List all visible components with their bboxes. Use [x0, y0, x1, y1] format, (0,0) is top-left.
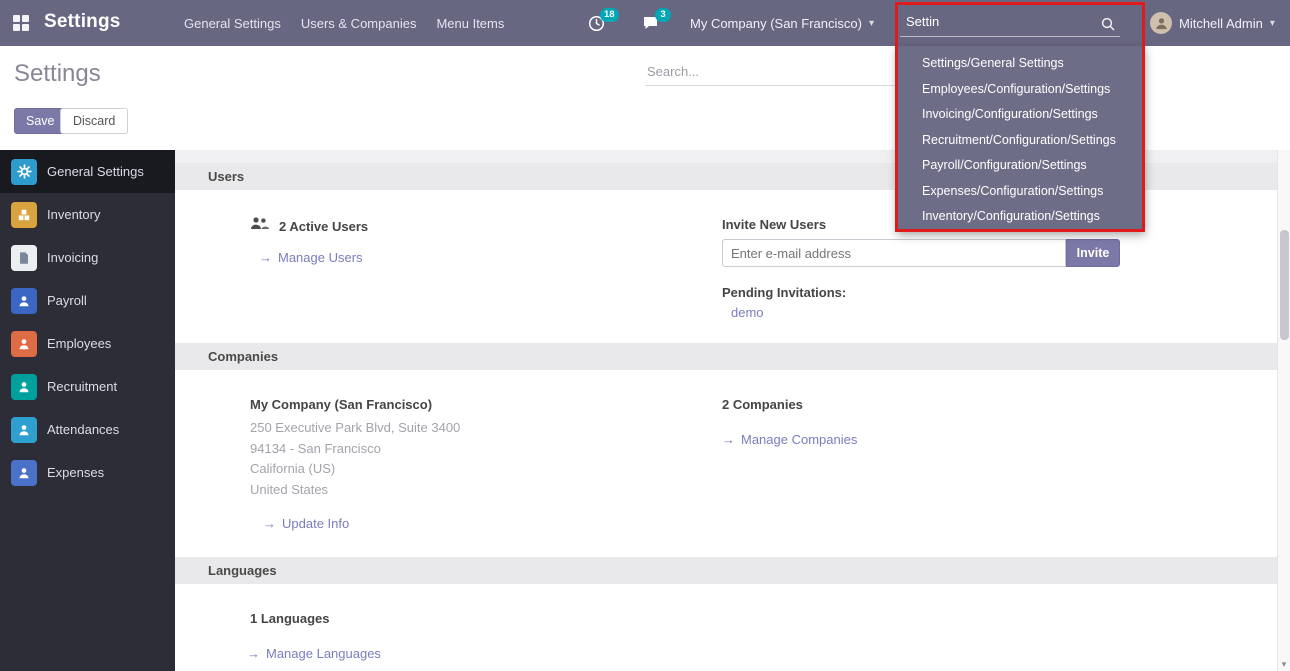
sidebar-item-label: Recruitment [47, 379, 117, 394]
dropdown-item[interactable]: Invoicing/Configuration/Settings [897, 102, 1145, 128]
sidebar-item-label: Inventory [47, 207, 100, 222]
sidebar-item-inventory[interactable]: Inventory [0, 193, 175, 236]
active-users-label: 2 Active Users [279, 219, 368, 234]
update-info-link[interactable]: →Update Info [263, 516, 349, 531]
dropdown-item[interactable]: Employees/Configuration/Settings [897, 77, 1145, 103]
pending-invitations-label: Pending Invitations: [722, 285, 846, 300]
messages-badge: 3 [655, 8, 671, 22]
sidebar-item-label: Attendances [47, 422, 119, 437]
sidebar-item-label: Invoicing [47, 250, 98, 265]
app-title[interactable]: Settings [44, 11, 121, 33]
activity-badge: 18 [600, 8, 619, 22]
save-button[interactable]: Save [14, 108, 67, 134]
boxes-icon [11, 202, 37, 228]
address-line: 94134 - San Francisco [250, 439, 460, 460]
sidebar-item-employees[interactable]: Employees [0, 322, 175, 365]
discard-button[interactable]: Discard [60, 108, 128, 134]
invite-email-field[interactable] [722, 239, 1066, 267]
sidebar-item-recruitment[interactable]: Recruitment [0, 365, 175, 408]
dropdown-item[interactable]: Recruitment/Configuration/Settings [897, 128, 1145, 154]
sidebar-item-label: General Settings [47, 164, 144, 179]
menu-general-settings[interactable]: General Settings [184, 16, 281, 31]
company-address: 250 Executive Park Blvd, Suite 3400 9413… [250, 418, 460, 500]
arrow-right-icon: → [259, 250, 272, 265]
users-group-icon [250, 216, 270, 236]
page-title: Settings [14, 60, 101, 88]
search-autocomplete-dropdown: Settings/General Settings Employees/Conf… [897, 46, 1145, 232]
gear-icon [11, 159, 37, 185]
sidebar-item-invoicing[interactable]: Invoicing [0, 236, 175, 279]
arrow-right-icon: → [263, 516, 276, 531]
scroll-down-arrow-icon[interactable]: ▾ [1278, 659, 1290, 670]
sidebar-item-payroll[interactable]: Payroll [0, 279, 175, 322]
navbar-search-input[interactable] [900, 7, 1090, 29]
sidebar-item-label: Expenses [47, 465, 104, 480]
dropdown-item[interactable]: Settings/General Settings [897, 51, 1145, 77]
top-navbar: Settings General Settings Users & Compan… [0, 0, 1290, 46]
menu-menu-items[interactable]: Menu Items [436, 16, 504, 31]
arrow-right-icon: → [722, 432, 735, 447]
person-icon [11, 288, 37, 314]
user-name: Mitchell Admin [1179, 16, 1263, 31]
dropdown-item[interactable]: Inventory/Configuration/Settings [897, 204, 1145, 230]
languages-count-label: 1 Languages [250, 611, 329, 626]
companies-count-label: 2 Companies [722, 397, 803, 412]
search-icon[interactable] [1101, 17, 1115, 36]
address-line: 250 Executive Park Blvd, Suite 3400 [250, 418, 460, 439]
menu-users-companies[interactable]: Users & Companies [301, 16, 417, 31]
address-line: United States [250, 480, 460, 501]
person-icon [11, 417, 37, 443]
arrow-right-icon: → [247, 646, 260, 661]
navbar-menu: General Settings Users & Companies Menu … [184, 0, 504, 46]
manage-companies-link[interactable]: →Manage Companies [722, 432, 857, 447]
section-header-languages: Languages [175, 557, 1277, 584]
sidebar-item-general-settings[interactable]: General Settings [0, 150, 175, 193]
sidebar-item-attendances[interactable]: Attendances [0, 408, 175, 451]
chevron-down-icon: ▾ [869, 18, 874, 29]
sidebar-item-expenses[interactable]: Expenses [0, 451, 175, 494]
user-menu[interactable]: Mitchell Admin ▾ [1150, 0, 1275, 46]
company-name: My Company (San Francisco) [690, 16, 862, 31]
scrollbar-thumb[interactable] [1280, 230, 1289, 340]
section-header-companies: Companies [175, 343, 1277, 370]
invite-row: Invite [722, 239, 1120, 267]
pending-user-link[interactable]: demo [731, 305, 764, 320]
person-icon [11, 460, 37, 486]
dropdown-item[interactable]: Expenses/Configuration/Settings [897, 179, 1145, 205]
person-icon [11, 331, 37, 357]
address-line: California (US) [250, 459, 460, 480]
avatar [1150, 12, 1172, 34]
document-icon [11, 245, 37, 271]
active-users-row: 2 Active Users [250, 216, 368, 236]
sidebar-item-label: Payroll [47, 293, 87, 308]
dropdown-item[interactable]: Payroll/Configuration/Settings [897, 153, 1145, 179]
manage-users-link[interactable]: →Manage Users [259, 250, 363, 265]
company-name-label: My Company (San Francisco) [250, 397, 432, 412]
invite-button[interactable]: Invite [1066, 239, 1120, 267]
chevron-down-icon: ▾ [1270, 18, 1275, 29]
sidebar-item-label: Employees [47, 336, 111, 351]
person-icon [11, 374, 37, 400]
company-switcher[interactable]: My Company (San Francisco) ▾ [690, 0, 874, 46]
navbar-search [900, 7, 1120, 37]
apps-grid-icon[interactable] [13, 15, 29, 31]
invite-new-users-label: Invite New Users [722, 217, 826, 232]
manage-languages-link[interactable]: →Manage Languages [247, 646, 381, 661]
vertical-scrollbar[interactable]: ▾ [1277, 150, 1290, 671]
settings-sidebar: General Settings Inventory Invoicing Pay… [0, 150, 175, 671]
